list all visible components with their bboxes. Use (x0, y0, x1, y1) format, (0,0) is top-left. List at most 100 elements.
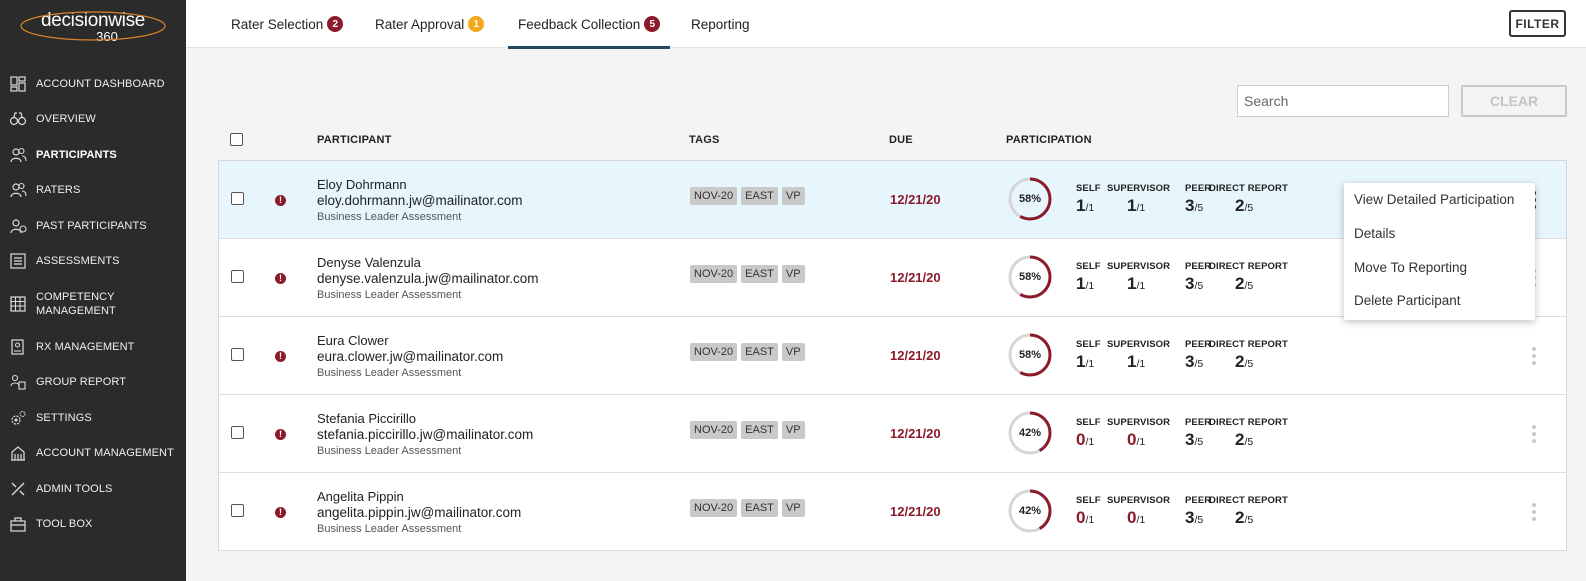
sidebar: decisionwise 360 ACCOUNT DASHBOARD OVERVI… (0, 0, 186, 581)
stat-self: SELF 1/1 (1076, 339, 1101, 372)
tab-reporting[interactable]: Reporting (691, 0, 750, 48)
gears-icon (9, 409, 27, 427)
stat-total: /1 (1085, 280, 1095, 292)
tag-chip: NOV-20 (690, 343, 738, 361)
stat-label: DIRECT REPORT (1209, 339, 1288, 350)
sidebar-item-label: ACCOUNT DASHBOARD (36, 77, 165, 90)
sidebar-item-assessments[interactable]: ASSESSMENTS (0, 244, 186, 280)
sidebar-item-account-dashboard[interactable]: ACCOUNT DASHBOARD (0, 66, 186, 102)
row-menu-kebab-icon[interactable] (1531, 425, 1537, 443)
row-checkbox[interactable] (231, 426, 244, 439)
participant-name[interactable]: Eura Clower (317, 333, 389, 348)
participant-email: denyse.valenzula.jw@mailinator.com (317, 271, 539, 286)
stat-total: /1 (1136, 202, 1146, 214)
stat-label: PEER (1185, 339, 1212, 350)
row-checkbox[interactable] (231, 348, 244, 361)
sidebar-item-participants[interactable]: PARTICIPANTS (0, 137, 186, 173)
column-header-tags[interactable]: TAGS (689, 134, 720, 146)
select-all-checkbox[interactable] (230, 133, 243, 146)
sidebar-item-raters[interactable]: RATERS (0, 173, 186, 209)
sidebar-item-competency-management[interactable]: COMPETENCY MANAGEMENT (0, 279, 186, 329)
sidebar-nav: ACCOUNT DASHBOARD OVERVIEW PARTICIPANTS RAT… (0, 66, 186, 542)
row-checkbox[interactable] (231, 270, 244, 283)
binoculars-icon (9, 110, 27, 128)
stat-total: /1 (1085, 436, 1095, 448)
sidebar-item-rx-management[interactable]: RX MANAGEMENT (0, 329, 186, 365)
table-row[interactable]: ! Stefania Piccirillo stefania.piccirillo.… (219, 395, 1566, 473)
stat-label: DIRECT REPORT (1209, 261, 1288, 272)
menu-item-move-to-reporting[interactable]: Move To Reporting (1354, 260, 1467, 275)
stat-label: SELF (1076, 495, 1101, 506)
assessment-name: Business Leader Assessment (317, 289, 462, 301)
sidebar-item-settings[interactable]: SETTINGS (0, 400, 186, 436)
tag-chip: EAST (741, 499, 778, 517)
participation-donut: 58% (1007, 254, 1053, 300)
column-header-due[interactable]: DUE (889, 134, 913, 146)
column-header-participant[interactable]: PARTICIPANT (317, 134, 392, 146)
group-report-icon (9, 373, 27, 391)
tab-label: Reporting (691, 16, 750, 32)
participant-name[interactable]: Eloy Dohrmann (317, 177, 407, 192)
due-date: 12/21/20 (890, 426, 941, 441)
row-menu-kebab-icon[interactable] (1531, 503, 1537, 521)
due-date: 12/21/20 (890, 270, 941, 285)
row-checkbox[interactable] (231, 504, 244, 517)
sidebar-item-admin-tools[interactable]: ADMIN TOOLS (0, 471, 186, 507)
tab-rater-approval[interactable]: Rater Approval 1 (375, 0, 485, 48)
stat-peer: PEER 3/5 (1185, 261, 1211, 294)
row-menu-kebab-icon[interactable] (1531, 347, 1537, 365)
toolbox-icon (9, 515, 27, 533)
due-date: 12/21/20 (890, 192, 941, 207)
tag-list: NOV-20 EAST VP (690, 265, 805, 283)
list-icon (9, 252, 27, 270)
stat-total: /5 (1194, 436, 1204, 448)
alert-icon: ! (275, 507, 286, 518)
menu-item-view-detailed-participation[interactable]: View Detailed Participation (1354, 192, 1514, 207)
stat-supervisor: SUPERVISOR 0/1 (1107, 495, 1170, 528)
menu-item-delete-participant[interactable]: Delete Participant (1354, 293, 1461, 308)
tools-icon (9, 480, 27, 498)
row-checkbox[interactable] (231, 192, 244, 205)
tab-rater-selection[interactable]: Rater Selection 2 (231, 0, 344, 48)
search-input[interactable] (1237, 85, 1449, 117)
sidebar-item-group-report[interactable]: GROUP REPORT (0, 365, 186, 401)
tag-chip: NOV-20 (690, 265, 738, 283)
participation-donut: 58% (1007, 332, 1053, 378)
sidebar-item-label: SETTINGS (36, 411, 92, 424)
participant-name[interactable]: Stefania Piccirillo (317, 411, 416, 426)
stat-supervisor: SUPERVISOR 1/1 (1107, 183, 1170, 216)
tag-chip: VP (781, 343, 805, 361)
stat-total: /5 (1244, 436, 1254, 448)
tab-feedback-collection[interactable]: Feedback Collection 5 (507, 0, 671, 49)
stat-label: PEER (1185, 417, 1212, 428)
tag-chip: EAST (741, 343, 778, 361)
table-row[interactable]: ! Angelita Pippin angelita.pippin.jw@maili… (219, 473, 1566, 551)
tab-count-badge: 5 (644, 16, 661, 32)
clear-button[interactable]: CLEAR (1461, 85, 1567, 117)
tag-chip: VP (781, 421, 805, 439)
stat-label: SELF (1076, 417, 1101, 428)
due-date: 12/21/20 (890, 504, 941, 519)
stat-self: SELF 0/1 (1076, 495, 1101, 528)
column-header-participation[interactable]: PARTICIPATION (1006, 134, 1092, 146)
alert-icon: ! (275, 195, 286, 206)
sidebar-item-past-participants[interactable]: PAST PARTICIPANTS (0, 208, 186, 244)
sidebar-item-label: GROUP REPORT (36, 376, 127, 389)
participation-donut: 42% (1007, 410, 1053, 456)
sidebar-item-overview[interactable]: OVERVIEW (0, 102, 186, 138)
app-logo[interactable]: decisionwise 360 (0, 0, 186, 50)
stat-label: PEER (1185, 183, 1212, 194)
menu-item-details[interactable]: Details (1354, 226, 1395, 241)
table-row[interactable]: ! Eura Clower eura.clower.jw@mailinator.co… (219, 317, 1566, 395)
stat-supervisor: SUPERVISOR 1/1 (1107, 261, 1170, 294)
sidebar-item-tool-box[interactable]: TOOL BOX (0, 507, 186, 543)
stat-direct: DIRECT REPORT 2/5 (1209, 339, 1288, 372)
participant-name[interactable]: Angelita Pippin (317, 489, 404, 504)
participant-name[interactable]: Denyse Valenzula (317, 255, 421, 270)
stat-label: SELF (1076, 261, 1101, 272)
sidebar-item-account-management[interactable]: ACCOUNT MANAGEMENT (0, 436, 186, 472)
stat-peer: PEER 3/5 (1185, 339, 1211, 372)
tab-label: Feedback Collection (518, 16, 641, 32)
filter-button[interactable]: FILTER (1509, 10, 1566, 37)
alert-icon: ! (275, 273, 286, 284)
